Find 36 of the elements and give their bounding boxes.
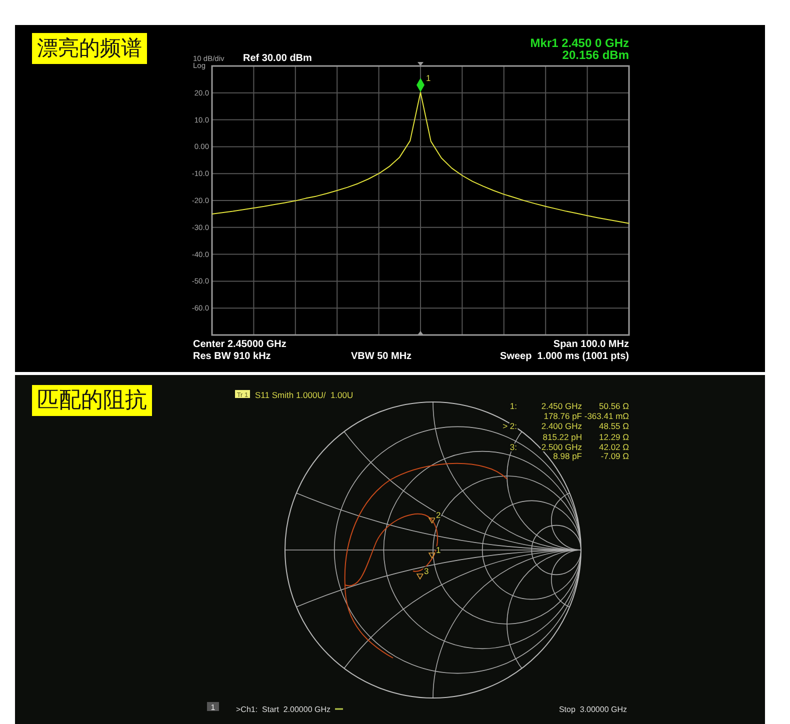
trace-label: S11 Smith 1.000U/ 1.00U [255, 390, 354, 400]
marker-label: 3 [424, 566, 429, 576]
marker-value: 178.76 pF [544, 411, 582, 421]
center-frequency: Center 2.45000 GHz [193, 339, 286, 350]
marker-value: 815.22 pH [542, 432, 582, 442]
marker-value: 8.98 pF [553, 451, 582, 461]
trace-line-icon [335, 708, 343, 710]
panel-title: 匹配的阻抗 [32, 385, 152, 416]
reference-level: Ref 30.00 dBm [243, 53, 312, 64]
frequency-span: Span 100.0 MHz [553, 339, 629, 350]
marker-value: -363.41 mΩ [584, 411, 629, 421]
resolution-bandwidth: Res BW 910 kHz [193, 351, 271, 362]
marker-readout: 20.156 dBm [562, 48, 629, 62]
channel-badge: 1 [207, 702, 219, 712]
marker-triangle-icon [416, 574, 424, 580]
marker-value: 2.500 GHz [541, 442, 582, 452]
marker-value: 50.56 Ω [599, 401, 629, 411]
marker-readout: Mkr1 2.450 0 GHz [530, 36, 629, 50]
triangle-icon [418, 62, 424, 66]
marker-value: 2.400 GHz [541, 421, 582, 431]
stop-frequency: Stop 3.00000 GHz [558, 705, 627, 714]
marker-value: 2.450 GHz [541, 401, 582, 411]
marker-triangle-icon [428, 552, 436, 559]
marker-number: 1: [510, 401, 517, 411]
marker-triangle-icon [428, 518, 436, 524]
video-bandwidth: VBW 50 MHz [351, 351, 412, 362]
marker-value: 12.29 Ω [599, 432, 629, 442]
marker-value: 42.02 Ω [599, 442, 629, 452]
panel-title: 漂亮的频谱 [32, 33, 147, 64]
sweep-time: Sweep 1.000 ms (1001 pts) [500, 351, 629, 362]
marker-value: -7.09 Ω [600, 451, 629, 461]
start-frequency: >Ch1: Start 2.00000 GHz [236, 705, 330, 714]
marker-diamond-icon [416, 78, 424, 92]
marker-value: 48.55 Ω [599, 421, 629, 431]
marker-label: 1 [426, 73, 431, 83]
triangle-icon [418, 331, 424, 335]
